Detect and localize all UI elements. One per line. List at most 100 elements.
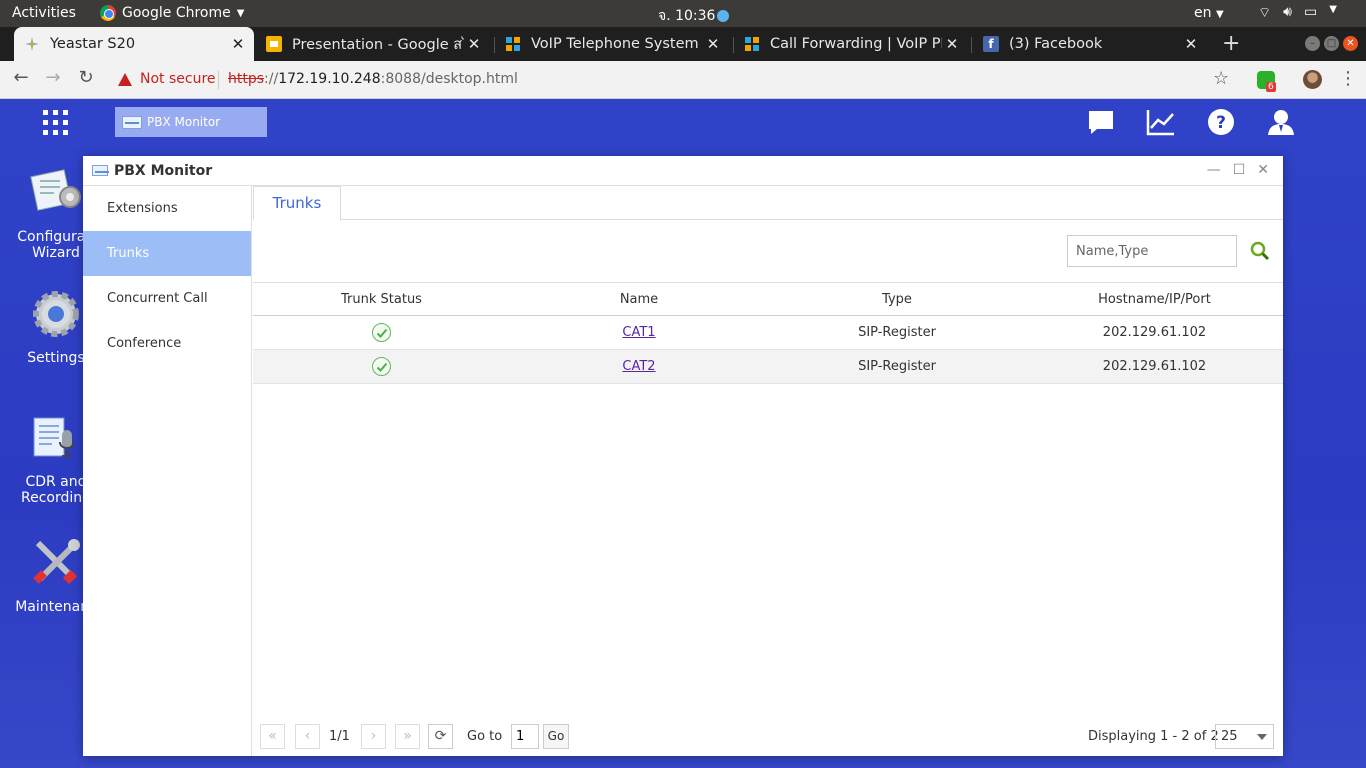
trunk-status-cell bbox=[253, 315, 510, 350]
browser-tab-call-forwarding[interactable]: Call Forwarding | VoIP Pho ✕ bbox=[734, 27, 968, 61]
displaying-count: Displaying 1 - 2 of 2 bbox=[1088, 729, 1219, 744]
table-row[interactable]: CAT1 SIP-Register 202.129.61.102 bbox=[253, 315, 1283, 350]
yeastar-icon bbox=[744, 36, 760, 52]
chevron-down-icon: ▼ bbox=[1329, 4, 1337, 15]
trunk-host-cell: 202.129.61.102 bbox=[1026, 315, 1283, 350]
search-input[interactable] bbox=[1067, 235, 1237, 267]
previous-page-button[interactable]: ‹ bbox=[295, 724, 320, 749]
browser-toolbar: ← → ↻ Not secure https://172.19.10.248:8… bbox=[0, 61, 1366, 99]
column-header-type[interactable]: Type bbox=[768, 282, 1026, 316]
clock-label: จ. 10:36 bbox=[658, 8, 716, 24]
chevron-down-icon bbox=[1257, 734, 1267, 740]
app-menu-label: Google Chrome bbox=[122, 5, 231, 21]
tab-divider bbox=[971, 37, 972, 53]
pbx-top-nav: PBX Monitor ? bbox=[0, 99, 1366, 146]
new-tab-button[interactable]: + bbox=[1222, 31, 1240, 56]
clock[interactable]: จ. 10:36 bbox=[658, 5, 730, 27]
url-path: :8088/desktop.html bbox=[380, 71, 518, 87]
browser-menu-icon[interactable]: ⋮ bbox=[1339, 68, 1357, 89]
language-indicator[interactable]: en ▼ bbox=[1194, 5, 1224, 21]
sidebar-item-trunks[interactable]: Trunks bbox=[83, 231, 251, 276]
monitor-sidebar: Extensions Trunks Concurrent Call Confer… bbox=[83, 186, 252, 756]
sidebar-item-conference[interactable]: Conference bbox=[83, 321, 251, 366]
facebook-icon: f bbox=[983, 36, 999, 52]
url-field[interactable]: https://172.19.10.248:8088/desktop.html bbox=[228, 71, 518, 87]
column-header-hostname[interactable]: Hostname/IP/Port bbox=[1026, 282, 1283, 316]
maximize-icon[interactable]: ☐ bbox=[1233, 162, 1246, 178]
help-icon[interactable]: ? bbox=[1207, 108, 1235, 136]
security-label: Not secure bbox=[140, 71, 216, 87]
os-top-panel: Activities Google Chrome ▼ จ. 10:36 en ▼… bbox=[0, 0, 1366, 27]
browser-tab-facebook[interactable]: f (3) Facebook ✕ bbox=[973, 27, 1207, 61]
page-indicator: 1/1 bbox=[329, 729, 350, 744]
column-header-name[interactable]: Name bbox=[510, 282, 768, 316]
trunk-name-link[interactable]: CAT2 bbox=[622, 359, 655, 374]
activities-button[interactable]: Activities bbox=[12, 5, 76, 21]
bookmark-star-icon[interactable]: ☆ bbox=[1213, 68, 1229, 89]
next-page-button[interactable]: › bbox=[361, 724, 386, 749]
trunk-name-cell: CAT1 bbox=[510, 315, 768, 350]
minimize-window-button[interactable]: – bbox=[1305, 36, 1320, 51]
tab-title: Presentation - Google สไล bbox=[292, 36, 464, 53]
cdr-recording-icon bbox=[33, 417, 75, 457]
go-button[interactable]: Go bbox=[543, 724, 569, 749]
battery-icon: ▭ bbox=[1304, 4, 1318, 20]
check-circle-icon bbox=[372, 323, 391, 342]
sidebar-item-concurrent-call[interactable]: Concurrent Call bbox=[83, 276, 251, 321]
omnibox-divider bbox=[218, 71, 219, 89]
refresh-icon[interactable]: ⟳ bbox=[428, 724, 453, 749]
reload-button[interactable]: ↻ bbox=[73, 67, 99, 88]
system-tray[interactable]: ⌔ 🔊︎ ▭ ▼ bbox=[1258, 4, 1337, 22]
trunk-name-link[interactable]: CAT1 bbox=[622, 325, 655, 340]
browser-tab-presentation[interactable]: Presentation - Google สไล ✕ bbox=[256, 27, 490, 61]
yeastar-icon bbox=[24, 36, 40, 52]
pbx-monitor-icon bbox=[122, 115, 142, 129]
security-indicator[interactable]: Not secure bbox=[118, 71, 216, 87]
column-header-trunk-status[interactable]: Trunk Status bbox=[253, 282, 510, 316]
tab-title: Yeastar S20 bbox=[50, 36, 136, 52]
window-controls: — ☐ ✕ bbox=[1207, 162, 1269, 178]
first-page-button[interactable]: « bbox=[260, 724, 285, 749]
tab-title: Call Forwarding | VoIP Pho bbox=[770, 36, 942, 52]
close-icon[interactable]: ✕ bbox=[942, 35, 962, 53]
taskbar-pbx-monitor[interactable]: PBX Monitor bbox=[115, 107, 267, 137]
window-titlebar[interactable]: PBX Monitor bbox=[83, 156, 1283, 186]
close-icon[interactable]: ✕ bbox=[1181, 35, 1201, 53]
trunk-name-cell: CAT2 bbox=[510, 349, 768, 384]
tab-bar: Trunks bbox=[253, 186, 1283, 221]
wifi-icon: ⌔ bbox=[1258, 5, 1272, 21]
check-circle-icon bbox=[372, 357, 391, 376]
app-menu[interactable]: Google Chrome ▼ bbox=[100, 5, 244, 21]
sidebar-item-extensions[interactable]: Extensions bbox=[83, 186, 251, 231]
goto-page-input[interactable] bbox=[511, 724, 539, 749]
search-icon[interactable] bbox=[1250, 241, 1270, 261]
language-label: en bbox=[1194, 5, 1212, 21]
window-title: PBX Monitor bbox=[114, 162, 213, 179]
tab-trunks[interactable]: Trunks bbox=[253, 186, 341, 221]
table-row[interactable]: CAT2 SIP-Register 202.129.61.102 bbox=[253, 349, 1283, 384]
browser-tab-yeastar[interactable]: Yeastar S20 ✕ bbox=[14, 27, 254, 61]
configuration-wizard-icon bbox=[30, 169, 81, 211]
forward-button[interactable]: → bbox=[40, 67, 66, 88]
extension-badge: 6 bbox=[1266, 82, 1276, 92]
statistics-chart-icon[interactable] bbox=[1146, 108, 1176, 136]
close-icon[interactable]: ✕ bbox=[703, 35, 723, 53]
close-icon[interactable]: ✕ bbox=[464, 35, 484, 53]
app-menu-grid-icon[interactable] bbox=[43, 110, 68, 135]
browser-tab-voip[interactable]: VoIP Telephone System Fe ✕ bbox=[495, 27, 729, 61]
close-window-button[interactable]: ✕ bbox=[1343, 36, 1358, 51]
page-size-select[interactable]: 25 bbox=[1215, 724, 1274, 749]
maximize-window-button[interactable]: □ bbox=[1324, 36, 1339, 51]
user-account-icon[interactable] bbox=[1267, 108, 1295, 136]
profile-avatar[interactable] bbox=[1303, 70, 1322, 89]
back-button[interactable]: ← bbox=[8, 67, 34, 88]
yeastar-icon bbox=[505, 36, 521, 52]
close-icon[interactable]: ✕ bbox=[1257, 162, 1269, 178]
minimize-icon[interactable]: — bbox=[1207, 162, 1221, 178]
tools-icon bbox=[33, 539, 80, 585]
last-page-button[interactable]: » bbox=[395, 724, 420, 749]
url-host: 172.19.10.248 bbox=[278, 71, 381, 87]
message-icon[interactable] bbox=[1087, 108, 1115, 136]
close-icon[interactable]: ✕ bbox=[228, 35, 248, 53]
monitor-main: Trunks Trunk Status Name Type Hostname/I… bbox=[253, 186, 1283, 756]
